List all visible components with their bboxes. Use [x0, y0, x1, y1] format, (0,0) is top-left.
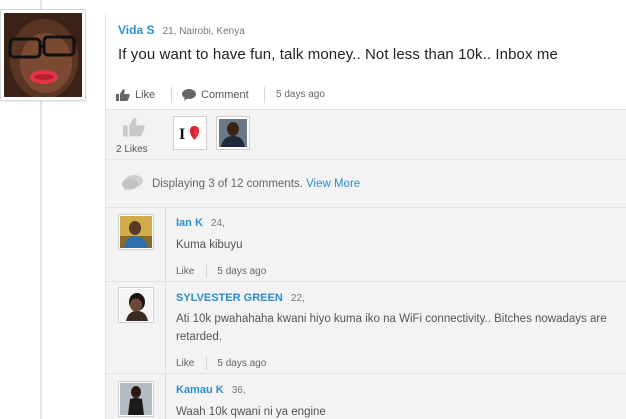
- commenter-avatar[interactable]: [118, 214, 154, 250]
- comment-item: SYLVESTER GREEN 22, Ati 10k pwahahaha kw…: [106, 281, 626, 374]
- post-author-name[interactable]: Vida S: [118, 23, 154, 37]
- comments-bubble-icon: [122, 175, 143, 191]
- svg-text:I: I: [179, 126, 185, 143]
- liker-avatar[interactable]: I: [173, 116, 207, 150]
- liker-avatar[interactable]: [216, 116, 250, 150]
- commenter-avatar[interactable]: [118, 381, 154, 417]
- author-avatar[interactable]: [0, 9, 86, 101]
- comment-like-button[interactable]: Like: [176, 358, 194, 369]
- comment-button[interactable]: Comment: [182, 89, 249, 101]
- commenter-age: 22,: [290, 293, 305, 304]
- post-time: 5 days ago: [276, 89, 325, 100]
- comments-summary: Displaying 3 of 12 comments. View More: [152, 178, 361, 190]
- comment-text: Waah 10k qwani ni ya engine: [176, 406, 326, 418]
- comment-item: Ian K 24, Kuma kibuyu Like 5 days ago: [106, 207, 626, 282]
- commenter-photo: [120, 289, 152, 321]
- action-divider: [171, 87, 172, 103]
- action-divider: [264, 87, 265, 103]
- commenter-header: Ian K 24,: [176, 217, 225, 229]
- post-header: Vida S 21, Nairobi, Kenya: [118, 23, 245, 37]
- commenter-name[interactable]: SYLVESTER GREEN: [176, 292, 283, 304]
- view-more-link[interactable]: View More: [306, 178, 360, 190]
- thumbs-up-icon: [123, 117, 145, 137]
- like-button[interactable]: Like: [116, 89, 155, 101]
- i-love-badge-image: I: [176, 119, 204, 147]
- likes-box: 2 Likes I: [106, 109, 626, 159]
- man-photo: [219, 119, 247, 147]
- like-label: Like: [135, 89, 156, 101]
- commenter-header: SYLVESTER GREEN 22,: [176, 292, 305, 304]
- post-card: Vida S 21, Nairobi, Kenya If you want to…: [105, 13, 626, 419]
- comment-time: 5 days ago: [217, 357, 267, 369]
- comment-label: Comment: [201, 89, 249, 101]
- comment-actions: Like 5 days ago: [176, 264, 266, 278]
- commenter-name[interactable]: Ian K: [176, 217, 203, 229]
- post-author-meta: 21, Nairobi, Kenya: [162, 26, 245, 37]
- comment-like-button[interactable]: Like: [176, 266, 194, 277]
- commenter-age: 24,: [210, 218, 225, 229]
- commenter-photo: [120, 216, 152, 248]
- commenter-header: Kamau K 36,: [176, 384, 246, 396]
- comment-time: 5 days ago: [217, 265, 267, 277]
- commenter-age: 36,: [231, 385, 246, 396]
- comment-actions: Like 5 days ago: [176, 356, 266, 370]
- comments-summary-bar: Displaying 3 of 12 comments. View More: [106, 159, 626, 207]
- likes-count: 2 Likes: [116, 144, 148, 155]
- comment-bubble-icon: [182, 89, 196, 101]
- thumbs-up-icon: [116, 89, 130, 101]
- comment-text: Ati 10k pwahahaha kwani hiyo kuma iko na…: [176, 313, 607, 343]
- author-photo: [4, 13, 82, 97]
- commenter-photo: [120, 383, 152, 415]
- author-face-image: [4, 13, 82, 97]
- comment-divider: [165, 208, 166, 282]
- comment-divider: [165, 282, 166, 374]
- comment-divider: [165, 374, 166, 419]
- comment-item: Kamau K 36, Waah 10k qwani ni ya engine: [106, 373, 626, 419]
- commenter-avatar[interactable]: [118, 287, 154, 323]
- comment-text: Kuma kibuyu: [176, 239, 243, 251]
- commenter-name[interactable]: Kamau K: [176, 384, 224, 396]
- post-text: If you want to have fun, talk money.. No…: [118, 46, 558, 63]
- post-actions: Like Comment 5 days ago: [106, 83, 626, 109]
